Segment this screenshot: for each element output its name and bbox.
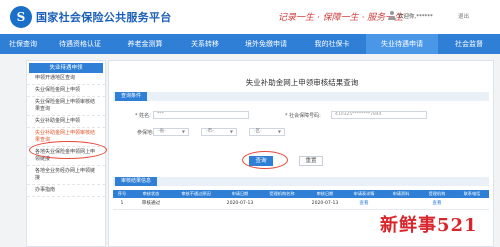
sidebar: 失业待遇申领 申领开通地区查询 失业保险金网上申领 失业保险金网上申领审核结果查… [26,60,106,247]
nav-item-overseas-exemption[interactable]: 境外免缴申请 [234,34,298,54]
district-select[interactable]: -区- ▼ [249,128,285,136]
table-row: 1 审核通过 2020-07-13 2020-07-13 查看 查看 [113,198,489,210]
query-section-bar: 查询条件 [113,92,489,101]
nav-item-unemployment-benefit[interactable]: 失业待遇申请 [366,34,438,54]
nav-item-my-social-card[interactable]: 我的社保卡 [298,34,366,54]
query-section-title: 查询条件 [115,92,148,101]
region-label: 参保地: [137,130,154,136]
table-cell [455,198,489,210]
sidebar-item-subsidy-apply[interactable]: 失业补助金网上申领 [27,116,105,128]
name-field[interactable]: *** [153,111,249,119]
column-header: 审核不通过原因 [171,190,221,198]
table-header-row: 序号 审核状态 审核不通过原因 申请日期 受理机构名称 审核日期 申请表详情 申… [113,190,489,198]
main-nav: 社保查询 待遇资格认证 养老金测算 关系转移 境外免缴申请 我的社保卡 失业待遇… [0,34,500,54]
nav-item-relation-transfer[interactable]: 关系转移 [176,34,234,54]
column-header: 申请资料 [383,190,419,198]
id-number-field[interactable]: 410325********7844 [331,111,427,119]
table-cell: 2020-07-13 [221,198,259,210]
top-header: S 国家社会保险公共服务平台 记录一生 · 保障一生 · 服务一生 欢迎你,**… [0,0,500,34]
reset-button[interactable]: 重置 [299,156,323,166]
sidebar-item-regional-insurance-links[interactable]: 各地失业保险金申领网上申领链接 [27,147,105,166]
table-cell: 2020-07-13 [305,198,345,210]
site-title: 国家社会保险公共服务平台 [36,11,172,24]
page: S 国家社会保险公共服务平台 记录一生 · 保障一生 · 服务一生 欢迎你,**… [0,0,500,247]
nav-item-social-supervision[interactable]: 社会监督 [438,34,500,54]
table-cell [259,198,305,210]
sidebar-item-regional-service-links[interactable]: 各地全业务经办网上申领链接 [27,166,105,185]
result-section-title: 审核结果信息 [115,177,158,186]
table-cell: 审核通过 [131,198,171,210]
table-cell [171,198,221,210]
table-cell [383,198,419,210]
column-header: 审核日期 [305,190,345,198]
chevron-down-icon: ▼ [277,129,281,134]
sidebar-heading: 失业待遇申领 [29,63,103,73]
view-application-link[interactable]: 查看 [345,198,383,210]
chevron-down-icon: ▼ [181,129,185,134]
id-label: * 社会保障号码: [285,113,321,119]
view-agency-link[interactable]: 查看 [419,198,455,210]
page-title: 失业补助金网上申领审核结果查询 [245,78,359,87]
column-header: 联系电话 [455,190,489,198]
nav-item-social-security-query[interactable]: 社保查询 [0,34,46,54]
column-header: 受理机构名称 [259,190,305,198]
sidebar-item-insurance-apply[interactable]: 失业保险金网上申领 [27,85,105,97]
city-select[interactable]: -市- ▼ [201,128,237,136]
nav-item-benefit-qualification[interactable]: 待遇资格认证 [46,34,114,54]
slogan: 记录一生 · 保障一生 · 服务一生 [278,13,404,23]
chevron-down-icon: ▼ [229,129,233,134]
column-header: 序号 [113,190,131,198]
nav-item-pension-calculator[interactable]: 养老金测算 [114,34,176,54]
table-cell: 1 [113,198,131,210]
name-label: * 姓名: [135,113,151,119]
column-header: 审核状态 [131,190,171,198]
logo-icon: S [10,6,32,28]
province-select[interactable]: -省- ▼ [153,128,189,136]
watermark: 新鲜事521 [380,215,478,236]
sidebar-item-insurance-result[interactable]: 失业保险金网上申领审核结果查询 [27,97,105,116]
user-icon [388,11,396,20]
column-header: 申请日期 [221,190,259,198]
welcome-text: 欢迎你,****** [398,14,433,20]
sidebar-item-open-regions[interactable]: 申领开通地区查询 [27,73,105,85]
column-header: 申请表详情 [345,190,383,198]
sidebar-item-guide[interactable]: 办事指南 [27,185,105,197]
sidebar-item-subsidy-result[interactable]: 失业补助金网上申领审核结果查询 [27,128,105,147]
column-header: 受理机构 [419,190,455,198]
query-button[interactable]: 查询 [249,156,273,166]
logout-link[interactable]: 退出 [458,12,469,20]
result-section-bar: 审核结果信息 [113,177,489,186]
result-table: 序号 审核状态 审核不通过原因 申请日期 受理机构名称 审核日期 申请表详情 申… [113,190,489,210]
